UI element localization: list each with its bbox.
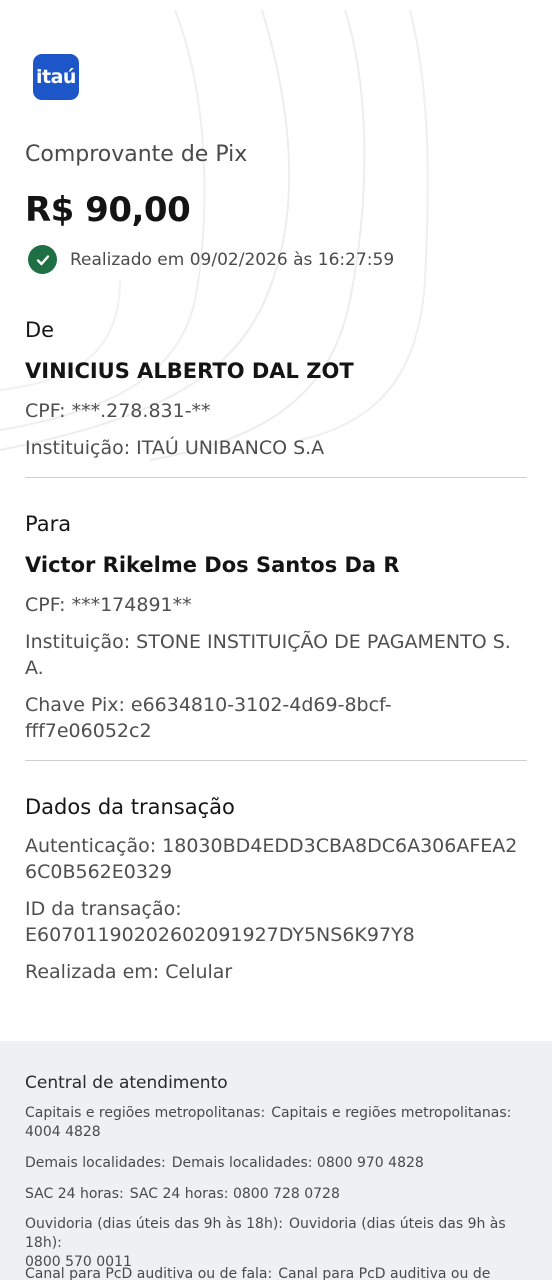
support-item-label: SAC 24 horas: (25, 1186, 124, 1202)
auth-label: Autenticação: (25, 835, 157, 857)
support-item-label: Capitais e regiões metropolitanas: (25, 1105, 266, 1121)
support-item-phone[interactable]: 4004 4828 (25, 1124, 101, 1140)
support-footer: Central de atendimento Capitais e regiõe… (0, 1041, 552, 1280)
pix-key-line1: e6634810-3102-4d69-8bcf- (130, 694, 392, 716)
payee-institution-row: Instituição: STONE INSTITUIÇÃO DE PAGAMEN… (25, 629, 527, 681)
page-title: Comprovante de Pix (25, 142, 248, 167)
payee-cpf: ***174891** (71, 594, 192, 616)
itau-logo: itaú (33, 54, 79, 100)
status-row: Realizado em 09/02/2026 às 16:27:59 (28, 245, 394, 274)
payer-cpf-label: CPF: (25, 400, 66, 422)
auth-line1: 18030BD4EDD3CBA8DC6A306AFEA2 (162, 835, 518, 857)
support-item-value[interactable]: SAC 24 horas: 0800 728 0728 (130, 1186, 340, 1202)
divider (25, 477, 527, 478)
transaction-heading: Dados da transação (25, 795, 235, 819)
transaction-id: E60701190202602091927DY5NS6K97Y8 (25, 924, 415, 946)
divider (25, 760, 527, 761)
support-item-value[interactable]: Capitais e regiões metropolitanas: (271, 1105, 511, 1121)
payer-name-wrap: VINICIUS ALBERTO DAL ZOT (25, 359, 527, 383)
channel-label: Realizada em: (25, 961, 160, 983)
payee-institution-label: Instituição: (25, 631, 131, 653)
channel-row: Realizada em: Celular (25, 959, 527, 985)
support-item: Ouvidoria (dias úteis das 9h às 18h): Ouv… (25, 1215, 525, 1272)
payee-name: Victor Rikelme Dos Santos Da R (25, 553, 400, 577)
payee-institution-line1: STONE INSTITUIÇÃO DE PAGAMENTO S. (136, 631, 511, 653)
pix-key-line2: fff7e06052c2 (25, 720, 152, 742)
support-item: Capitais e regiões metropolitanas: Capita… (25, 1104, 525, 1142)
support-item-label: Ouvidoria (dias úteis das 9h às 18h): (25, 1216, 283, 1232)
status-text: Realizado em 09/02/2026 às 16:27:59 (70, 249, 395, 270)
payee-cpf-label: CPF: (25, 594, 66, 616)
payer-institution-row: Instituição: ITAÚ UNIBANCO S.A (25, 435, 527, 461)
auth-line2: 6C0B562E0329 (25, 861, 173, 883)
payer-section: De (25, 318, 527, 342)
payer-institution: ITAÚ UNIBANCO S.A (136, 437, 325, 459)
payee-heading: Para (25, 512, 72, 536)
support-item-value[interactable]: Demais localidades: 0800 970 4828 (172, 1155, 424, 1171)
support-title: Central de atendimento (25, 1073, 228, 1093)
auth-row: Autenticação: 18030BD4EDD3CBA8DC6A306AFEA… (25, 833, 527, 885)
support-item: SAC 24 horas: SAC 24 horas: 0800 728 0728 (25, 1185, 525, 1204)
transaction-id-row: ID da transação: E60701190202602091927DY… (25, 896, 527, 948)
payer-heading: De (25, 318, 55, 342)
payer-institution-label: Instituição: (25, 437, 131, 459)
payee-institution-line2: A. (25, 657, 44, 679)
payee-name-wrap: Victor Rikelme Dos Santos Da R (25, 553, 527, 577)
payer-cpf-row: CPF: ***.278.831-** (25, 398, 527, 424)
amount-value: R$ 90,00 (25, 190, 191, 230)
payee-cpf-row: CPF: ***174891** (25, 592, 527, 618)
channel-value: Celular (165, 961, 233, 983)
support-item-label: Demais localidades: (25, 1155, 166, 1171)
payee-section: Para (25, 512, 527, 536)
payer-name: VINICIUS ALBERTO DAL ZOT (25, 359, 354, 383)
support-item: Canal para PcD auditiva ou de fala: Canal… (25, 1265, 525, 1280)
support-item-label: Canal para PcD auditiva ou de fala: (25, 1266, 273, 1280)
check-circle-icon (28, 245, 57, 274)
transaction-section: Dados da transação (25, 795, 527, 819)
transaction-id-label: ID da transação: (25, 898, 182, 920)
logo-text: itaú (36, 66, 76, 88)
payer-cpf: ***.278.831-** (71, 400, 211, 422)
support-item: Demais localidades: Demais localidades: 0… (25, 1154, 525, 1173)
pix-key-label: Chave Pix: (25, 694, 125, 716)
pix-key-row: Chave Pix: e6634810-3102-4d69-8bcf- fff7e… (25, 692, 527, 744)
